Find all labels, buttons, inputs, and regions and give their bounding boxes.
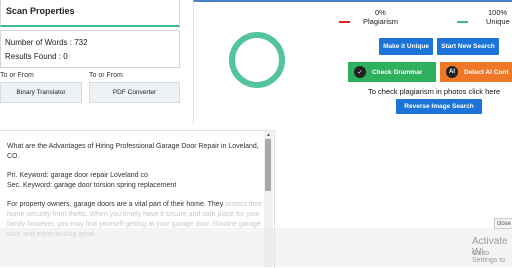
body-visible-text: For property owners, garage doors are a … xyxy=(7,201,224,208)
ai-icon: AI xyxy=(446,66,458,78)
editor-paragraph-keywords: Pri. Keyword: garage door repair Lovelan… xyxy=(7,171,263,191)
binary-translator-button[interactable]: Binary Translator xyxy=(0,82,82,103)
plagiarism-legend-label: Plagiarism xyxy=(363,17,399,26)
unique-legend-swatch xyxy=(457,21,468,23)
detect-ai-content-button[interactable]: AI Detect AI Cont xyxy=(440,62,512,82)
editor-paragraph-title: What are the Advantages of Hiring Profes… xyxy=(7,143,259,160)
editor-scroll-thumb[interactable] xyxy=(265,139,271,191)
uniqueness-ring-chart xyxy=(229,32,285,88)
primary-keyword-line: Pri. Keyword: garage door repair Lovelan… xyxy=(7,172,148,179)
photo-plagiarism-link[interactable]: To check plagiarism in photos click here xyxy=(368,87,500,96)
scan-properties-panel xyxy=(0,30,180,68)
scroll-up-arrow-icon[interactable]: ▲ xyxy=(265,132,272,138)
results-found: Results Found : 0 xyxy=(5,52,68,61)
make-it-unique-button[interactable]: Make it Unique xyxy=(379,38,433,55)
grammar-check-icon: ✓ xyxy=(354,66,366,78)
min-percent: 0% xyxy=(375,8,386,17)
pdf-converter-button[interactable]: PDF Converter xyxy=(89,82,180,103)
ad-overlay xyxy=(0,228,512,267)
start-new-search-button[interactable]: Start New Search xyxy=(437,38,499,55)
unique-legend-label: Unique xyxy=(486,17,510,26)
reverse-image-search-button[interactable]: Reverse Image Search xyxy=(396,99,482,114)
scan-properties-title: Scan Properties xyxy=(6,6,75,16)
check-grammar-label: Check Grammar xyxy=(372,68,423,76)
detect-ai-label: Detect AI Cont xyxy=(464,68,509,76)
binary-to-label: To or From xyxy=(0,72,34,79)
pdf-to-label: To or From xyxy=(89,72,123,79)
max-percent: 100% xyxy=(488,8,508,17)
plagiarism-legend-swatch xyxy=(339,21,350,23)
check-grammar-button[interactable]: ✓ Check Grammar xyxy=(348,62,436,82)
secondary-keyword-line: Sec. Keyword: garage door torsion spring… xyxy=(7,182,177,189)
windows-activation-subtitle: Go to Settings to xyxy=(472,250,506,264)
word-count: Number of Words : 732 xyxy=(5,38,88,47)
close-ad-button[interactable]: close xyxy=(494,218,512,229)
